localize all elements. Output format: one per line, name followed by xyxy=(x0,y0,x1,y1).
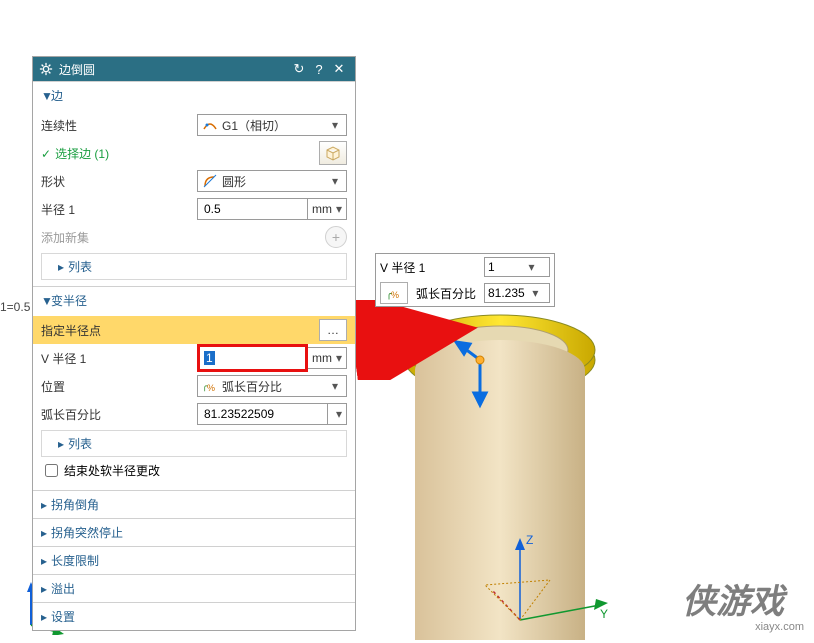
add-newset-label: 添加新集 xyxy=(41,229,325,246)
reset-button[interactable]: ↻ xyxy=(289,61,309,77)
select-edge-label[interactable]: 选择边 (1) xyxy=(41,145,319,162)
arcpercent-dd[interactable]: ▾ xyxy=(327,403,347,425)
mini-percent-mode-button[interactable]: ╭% xyxy=(380,282,408,304)
circular-icon xyxy=(202,173,218,189)
svg-text:%: % xyxy=(207,383,215,393)
radius1-input[interactable] xyxy=(197,198,308,220)
radius1-unit[interactable]: mm▾ xyxy=(307,198,347,220)
watermark-brand: 侠游戏 xyxy=(682,574,784,623)
vradius-label: V 半径 1 xyxy=(41,350,197,367)
continuity-combo[interactable]: G1（相切）▾ xyxy=(197,114,347,136)
edge-list-toggle[interactable]: ▸列表 xyxy=(41,253,347,280)
mini-arc-input[interactable]: 81.235▾ xyxy=(484,283,550,303)
section-length-header[interactable]: ▸长度限制 xyxy=(33,546,355,574)
close-button[interactable]: ✕ xyxy=(329,61,349,77)
position-combo[interactable]: ╭% 弧长百分比▾ xyxy=(197,375,347,397)
arcpercent-label: 弧长百分比 xyxy=(41,406,197,423)
soft-radius-label: 结束处软半径更改 xyxy=(64,462,160,479)
section-stop-header[interactable]: ▸拐角突然停止 xyxy=(33,518,355,546)
specify-point-button[interactable]: … xyxy=(319,319,347,341)
shape-label: 形状 xyxy=(41,173,197,190)
add-newset-button[interactable]: + xyxy=(325,226,347,248)
section-varradius-header[interactable]: ▼变半径 xyxy=(33,286,355,314)
position-label: 位置 xyxy=(41,378,197,395)
view-value-label: 1=0.5 xyxy=(0,300,30,314)
vradius-unit[interactable]: mm▾ xyxy=(307,347,347,369)
varradius-list-toggle[interactable]: ▸列表 xyxy=(41,430,347,457)
mini-arc-label: 弧长百分比 xyxy=(416,285,484,302)
radius1-label: 半径 1 xyxy=(41,201,197,218)
section-edge-body: 连续性 G1（相切）▾ 选择边 (1) 形状 圆形▾ 半径 1 mm▾ xyxy=(33,109,355,286)
section-corner-header[interactable]: ▸拐角倒角 xyxy=(33,490,355,518)
shape-combo[interactable]: 圆形▾ xyxy=(197,170,347,192)
edge-blend-dialog[interactable]: 边倒圆 ↻ ? ✕ ▼边 连续性 G1（相切）▾ 选择边 (1) 形状 圆形▾ xyxy=(32,56,356,631)
mini-vradius-label: V 半径 1 xyxy=(380,259,484,276)
soft-radius-checkbox[interactable] xyxy=(45,464,58,477)
mini-vradius-input[interactable]: 1▾ xyxy=(484,257,550,277)
select-edge-button[interactable] xyxy=(319,141,347,165)
svg-text:%: % xyxy=(391,290,399,300)
specify-point-label: 指定半径点 xyxy=(41,322,319,339)
svg-text:Y: Y xyxy=(600,607,608,621)
dialog-title: 边倒圆 xyxy=(59,61,289,78)
continuity-label: 连续性 xyxy=(41,117,197,134)
percent-icon: ╭% xyxy=(202,378,218,394)
section-varradius-body: 指定半径点 … V 半径 1 1 mm▾ 位置 ╭% 弧长百分比▾ 弧长百分比 … xyxy=(33,314,355,490)
watermark-site: xiayx.com xyxy=(755,621,804,633)
gear-icon xyxy=(39,62,53,76)
section-overflow-header[interactable]: ▸溢出 xyxy=(33,574,355,602)
tangent-icon xyxy=(202,117,218,133)
svg-text:Z: Z xyxy=(526,533,533,547)
origin-triad: Z Y xyxy=(480,530,620,640)
vradius-input[interactable]: 1 xyxy=(197,344,308,372)
help-button[interactable]: ? xyxy=(309,62,329,77)
arcpercent-input[interactable] xyxy=(197,403,328,425)
dialog-titlebar[interactable]: 边倒圆 ↻ ? ✕ xyxy=(33,57,355,81)
floating-radius-editor[interactable]: V 半径 1 1▾ ╭% 弧长百分比 81.235▾ xyxy=(375,253,555,307)
section-settings-header[interactable]: ▸设置 xyxy=(33,602,355,630)
section-edge-header[interactable]: ▼边 xyxy=(33,81,355,109)
